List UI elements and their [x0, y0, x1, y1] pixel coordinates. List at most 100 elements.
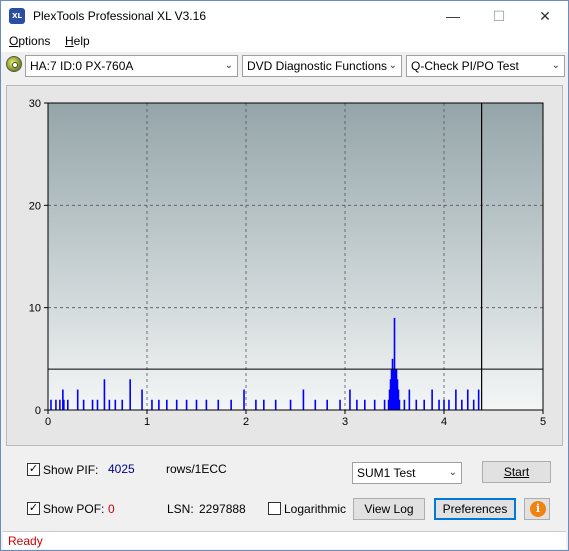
- toolbar: HA:7 ID:0 PX-760A ⌄ DVD Diagnostic Funct…: [1, 53, 568, 81]
- chart-bar: [76, 389, 79, 410]
- chart-bar: [472, 399, 475, 410]
- info-icon: i: [530, 501, 546, 517]
- chevron-down-icon: ⌄: [551, 60, 560, 71]
- chart-bar: [408, 389, 411, 410]
- menu-help[interactable]: Help: [65, 34, 90, 48]
- disc-drive-icon: [6, 56, 22, 72]
- menu-bar: Options Help: [1, 31, 568, 52]
- show-pif-checkbox[interactable]: ✓: [27, 463, 40, 476]
- logarithmic-label[interactable]: Logarithmic: [284, 502, 346, 516]
- test-select-value: Q-Check PI/PO Test: [411, 59, 519, 73]
- chart-bar: [398, 399, 401, 410]
- chart-bar: [141, 389, 143, 410]
- y-tick-label: 10: [29, 303, 41, 315]
- lsn-label: LSN:: [167, 502, 194, 516]
- chart-bar: [121, 399, 124, 410]
- pi-po-chart: 0 1 2 3 4 5 0 10 20 30: [29, 98, 546, 428]
- view-log-button[interactable]: View Log: [353, 498, 425, 520]
- preferences-button[interactable]: Preferences: [434, 498, 516, 520]
- test-select[interactable]: Q-Check PI/PO Test ⌄: [406, 55, 565, 77]
- chart-bar: [448, 399, 450, 410]
- chart-bar: [205, 399, 208, 410]
- chart-bar: [461, 399, 463, 410]
- chart-bar: [349, 389, 351, 410]
- chart-bar: [55, 399, 57, 410]
- function-select[interactable]: DVD Diagnostic Functions ⌄: [242, 55, 402, 77]
- status-bar: Ready: [3, 531, 566, 549]
- pif-value: 4025: [108, 462, 135, 476]
- chart-bar: [431, 389, 433, 410]
- x-tick-label: 3: [342, 416, 348, 428]
- x-tick-label: 1: [144, 416, 150, 428]
- info-button[interactable]: i: [524, 498, 550, 520]
- show-pif-label[interactable]: Show PIF:: [43, 463, 98, 477]
- rows-label: rows/1ECC: [166, 462, 227, 476]
- chart-bar: [129, 379, 131, 410]
- chart-bar: [114, 399, 117, 410]
- bottom-panel: ✓ Show PIF: 4025 rows/1ECC ✓ Show POF: 0…: [6, 452, 563, 528]
- y-tick-label: 0: [35, 405, 41, 417]
- chart-bar: [108, 399, 111, 410]
- chart-bar: [103, 379, 106, 410]
- chart-bar: [185, 399, 188, 410]
- chart-bar: [373, 399, 376, 410]
- chart-bar: [415, 399, 418, 410]
- chart-bar: [455, 389, 457, 410]
- chart-bar: [96, 399, 99, 410]
- sum-test-select-value: SUM1 Test: [357, 466, 416, 480]
- chart-bar: [302, 389, 305, 410]
- minimize-button[interactable]: —: [430, 1, 476, 31]
- drive-select-value: HA:7 ID:0 PX-760A: [30, 59, 134, 73]
- chart-bar: [243, 389, 245, 410]
- chart-bar: [443, 399, 445, 410]
- show-pof-label[interactable]: Show POF:: [43, 502, 104, 516]
- chart-bar: [195, 399, 198, 410]
- y-tick-label: 30: [29, 98, 41, 110]
- app-window: XL PlexTools Professional XL V3.16 — ☐ ✕…: [0, 0, 569, 551]
- x-tick-label: 5: [540, 416, 546, 428]
- x-tick-label: 4: [441, 416, 447, 428]
- app-icon: XL: [9, 8, 25, 24]
- chart-bar: [274, 399, 277, 410]
- chevron-down-icon: ⌄: [224, 60, 233, 71]
- sum-test-select[interactable]: SUM1 Test ⌄: [352, 462, 462, 484]
- chart-bar: [151, 399, 153, 410]
- chart-bar: [356, 399, 358, 410]
- status-text: Ready: [8, 534, 43, 548]
- show-pof-checkbox[interactable]: ✓: [27, 502, 40, 515]
- chart-bar: [263, 399, 265, 410]
- chart-bar: [383, 399, 386, 410]
- chart-bar: [314, 399, 317, 410]
- chart-bar: [82, 399, 85, 410]
- chart-bar: [466, 389, 469, 410]
- chart-bar: [477, 389, 480, 410]
- start-button[interactable]: Start: [482, 461, 551, 483]
- x-tick-label: 2: [243, 416, 249, 428]
- chart-bar: [423, 399, 425, 410]
- chart-bar: [91, 399, 94, 410]
- chevron-down-icon: ⌄: [448, 467, 457, 478]
- maximize-button[interactable]: ☐: [476, 1, 522, 31]
- drive-select[interactable]: HA:7 ID:0 PX-760A ⌄: [25, 55, 238, 77]
- close-button[interactable]: ✕: [522, 1, 568, 31]
- chart-bar: [403, 399, 406, 410]
- chart-bar: [230, 399, 232, 410]
- plot-area: [48, 103, 543, 410]
- window-title: PlexTools Professional XL V3.16: [33, 9, 206, 23]
- function-select-value: DVD Diagnostic Functions: [247, 59, 388, 73]
- chart-bar: [326, 399, 328, 410]
- pof-value: 0: [108, 502, 115, 516]
- chart-bar: [166, 399, 168, 410]
- chevron-down-icon: ⌄: [388, 60, 397, 71]
- chart-bar: [50, 399, 52, 410]
- title-bar[interactable]: XL PlexTools Professional XL V3.16 — ☐ ✕: [1, 1, 568, 31]
- chart-panel: 0 1 2 3 4 5 0 10 20 30: [6, 85, 563, 446]
- lsn-value: 2297888: [199, 502, 246, 516]
- chart-bar: [339, 399, 341, 410]
- menu-options[interactable]: Options: [9, 34, 50, 48]
- logarithmic-checkbox[interactable]: [268, 502, 281, 515]
- chart-bar: [289, 399, 292, 410]
- chart-bar: [175, 399, 178, 410]
- chart-bar: [67, 399, 69, 410]
- chart-bar: [217, 399, 220, 410]
